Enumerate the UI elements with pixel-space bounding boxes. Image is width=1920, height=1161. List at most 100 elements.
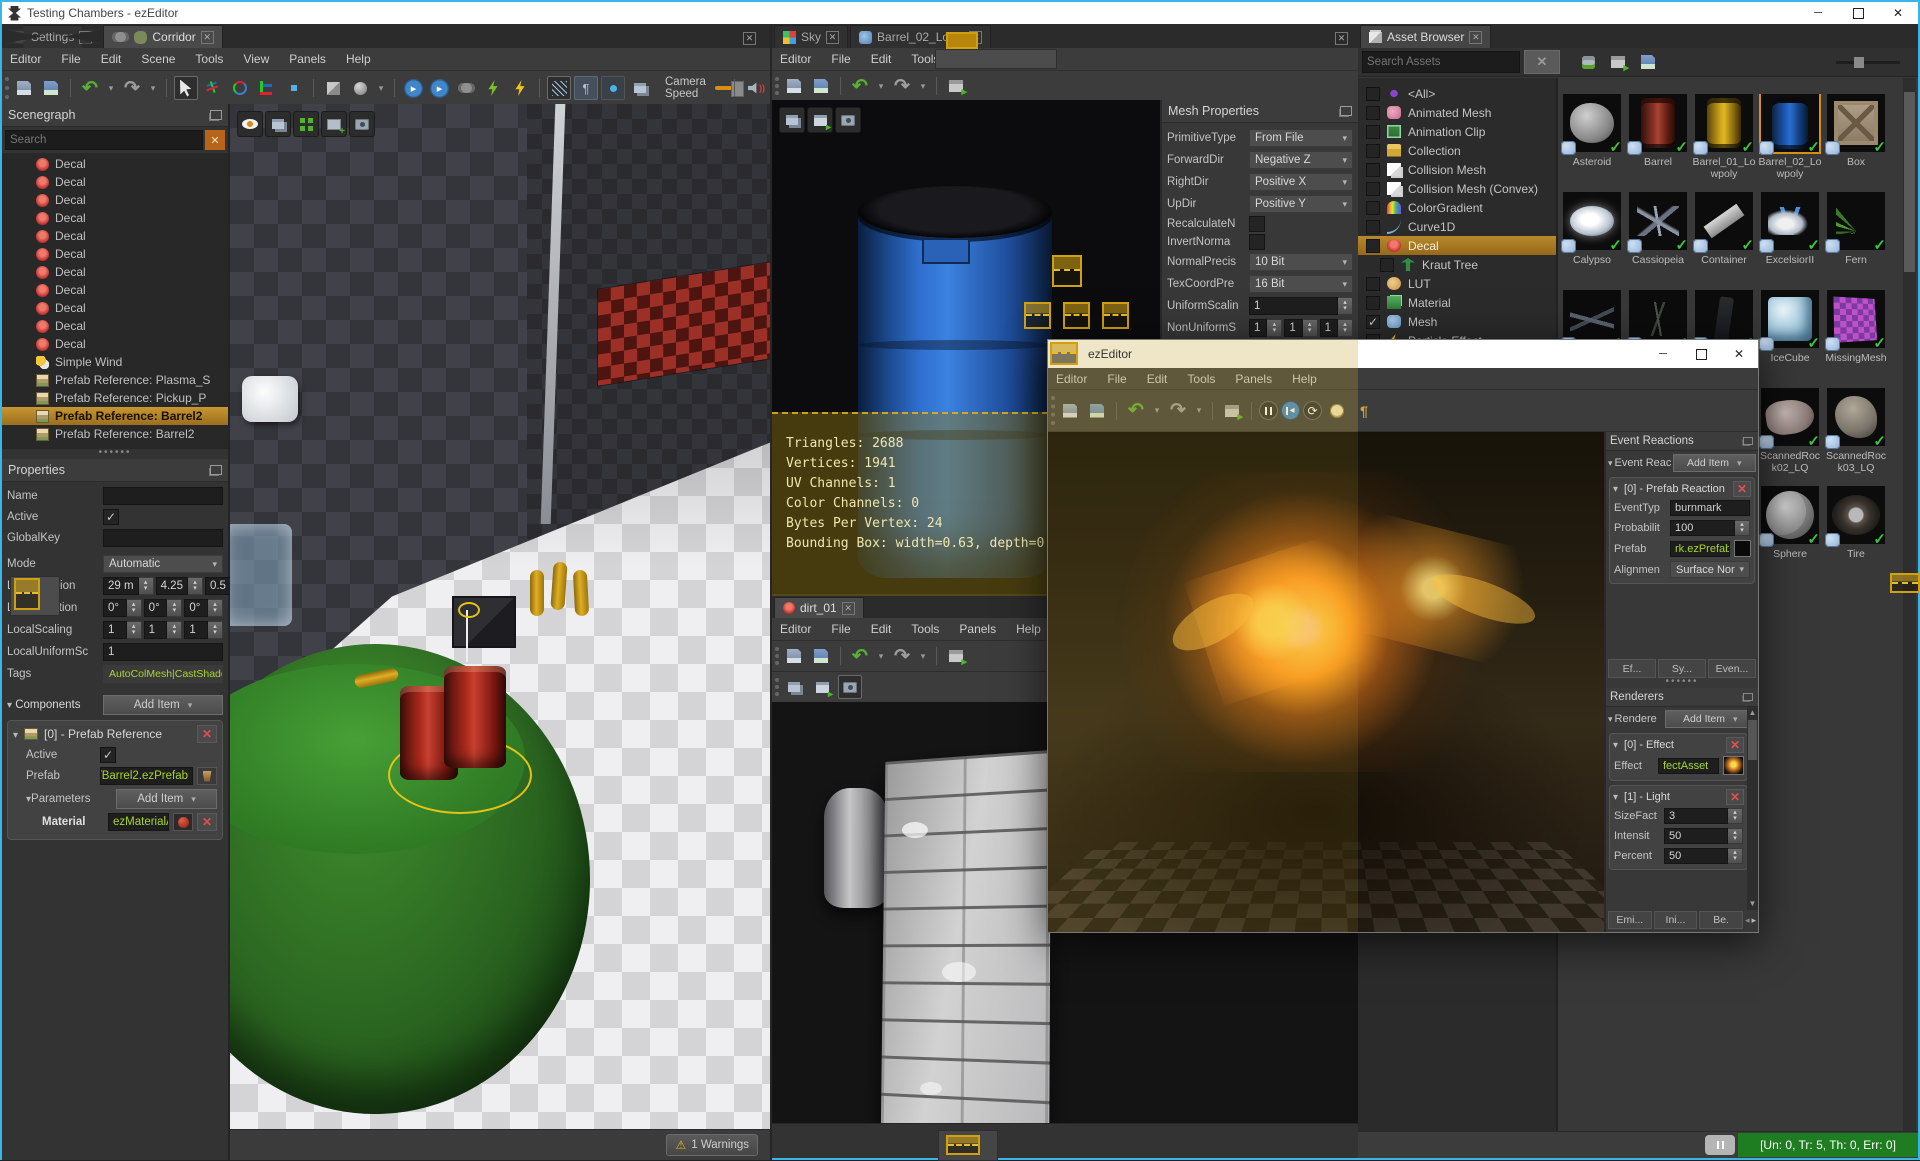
asset-type-item[interactable]: Decal (1358, 236, 1556, 255)
asset-type-item[interactable]: Curve1D (1358, 217, 1556, 236)
asset-thumbnail[interactable]: Sphere (1758, 486, 1822, 584)
menu-item[interactable]: Help (346, 52, 371, 66)
type-filter-checkbox[interactable] (1366, 200, 1380, 215)
gizmo-handle[interactable] (458, 602, 480, 618)
package-icon[interactable] (944, 74, 968, 98)
float-panel-icon[interactable] (210, 465, 222, 475)
scenegraph-search-input[interactable] (5, 130, 203, 150)
caret-icon[interactable] (875, 74, 887, 98)
texcoord-precision-dropdown[interactable]: 16 Bit (1249, 275, 1353, 293)
menu-item[interactable]: File (831, 52, 850, 66)
menu-item[interactable]: Tools (1187, 372, 1215, 386)
tab-close-icon[interactable] (79, 30, 93, 44)
type-filter-checkbox[interactable] (1366, 162, 1380, 177)
asset-type-item[interactable]: <All> (1358, 84, 1556, 103)
splitter[interactable]: •••••• (2, 448, 228, 459)
menu-item[interactable]: Editor (780, 622, 811, 636)
menu-item[interactable]: Help (1016, 622, 1041, 636)
caret-icon[interactable] (875, 644, 887, 668)
tab-scroll-left-icon[interactable]: ◂ (1745, 915, 1750, 926)
nu-x[interactable]: 1 (1249, 319, 1283, 337)
normal-precision-dropdown[interactable]: 10 Bit (1249, 253, 1353, 271)
float-panel-icon[interactable] (210, 110, 222, 120)
tab-scroll-right-icon[interactable]: ▸ (1751, 915, 1756, 926)
menu-item[interactable]: Edit (871, 622, 892, 636)
play2-icon[interactable] (430, 78, 449, 98)
menu-item[interactable]: Editor (1056, 372, 1087, 386)
asset-search-input[interactable] (1362, 51, 1520, 73)
caret-icon[interactable] (147, 76, 159, 100)
minimize-button[interactable]: ─ (1644, 348, 1682, 360)
menu-item[interactable]: Edit (871, 52, 892, 66)
active-checkbox[interactable] (103, 509, 119, 525)
tab-close-icon[interactable] (1469, 30, 1483, 44)
pause-processing-button[interactable] (1705, 1135, 1735, 1155)
type-filter-checkbox[interactable] (1366, 314, 1380, 329)
window-export-icon[interactable] (810, 675, 834, 700)
toolbar-icon[interactable] (166, 79, 167, 97)
scenegraph-item[interactable]: Decal (2, 173, 228, 191)
caret-icon[interactable] (1151, 399, 1163, 423)
effect-asset-input[interactable]: fectAsset (1658, 757, 1719, 774)
eye-icon[interactable] (238, 112, 262, 136)
menu-item[interactable]: Editor (10, 52, 41, 66)
type-filter-checkbox[interactable] (1366, 105, 1380, 120)
menu-item[interactable]: Editor (780, 52, 811, 66)
caret-icon[interactable] (917, 74, 929, 98)
maximize-button[interactable] (1682, 348, 1720, 360)
record-icon[interactable] (350, 112, 374, 136)
asset-thumbnail[interactable]: Fern (1824, 192, 1888, 290)
lightning-yellow-icon[interactable] (508, 76, 532, 100)
asset-thumbnail[interactable]: Calypso (1560, 192, 1624, 290)
maximize-button[interactable] (1838, 7, 1878, 19)
gizmo-rotate-icon[interactable] (228, 76, 252, 100)
layers-icon[interactable] (782, 675, 806, 699)
cube-icon[interactable] (321, 76, 345, 100)
document-tab[interactable]: dirt_01 (774, 597, 864, 618)
effect-thumb-button[interactable] (1723, 756, 1744, 775)
caret-icon[interactable] (375, 76, 387, 100)
toolbar-icon[interactable] (1116, 401, 1117, 420)
caret-icon[interactable] (105, 76, 117, 100)
toolbar-icon[interactable] (313, 79, 314, 97)
asset-thumbnail[interactable]: Barrel_01_Lowpoly (1692, 94, 1756, 192)
asset-thumbnail[interactable]: Barrel (1626, 94, 1690, 192)
scenegraph-item[interactable]: Decal (2, 299, 228, 317)
redo-icon[interactable] (1166, 399, 1190, 423)
remove-material-icon[interactable] (197, 813, 217, 831)
asset-thumbnail[interactable]: ScannedRock02_LQ (1758, 388, 1822, 486)
uniform-scaling-spinner[interactable]: 1 (1249, 297, 1353, 315)
asset-thumbnail[interactable]: ScannedRock03_LQ (1824, 388, 1888, 486)
alignment-dropdown[interactable]: Surface Nor (1670, 561, 1750, 578)
remove-reaction-icon[interactable] (1733, 481, 1751, 497)
expand-icon[interactable] (294, 112, 318, 136)
sphere-icon[interactable] (348, 76, 372, 100)
asset-type-item[interactable]: Kraut Tree (1358, 255, 1556, 274)
uniform-scaling-input[interactable]: 1 (103, 643, 223, 661)
material-asset-input[interactable]: ezMaterialAsset (108, 813, 169, 831)
menu-item[interactable]: Scene (141, 52, 175, 66)
asset-type-item[interactable]: Animation Clip (1358, 122, 1556, 141)
dock-tab[interactable]: Ef... (1608, 659, 1656, 678)
dock-tab[interactable]: Ini... (1653, 911, 1698, 929)
layers-icon[interactable] (780, 108, 804, 132)
snap-dot-icon[interactable] (282, 76, 306, 100)
asset-type-item[interactable]: Collection (1358, 141, 1556, 160)
close-button[interactable]: ✕ (1720, 347, 1758, 361)
pilcrow-toggle-icon[interactable] (574, 76, 598, 100)
scenegraph-item[interactable]: Decal (2, 155, 228, 173)
gizmo-drag-icon[interactable] (255, 76, 279, 100)
close-button[interactable]: ✕ (1878, 6, 1918, 20)
asset-thumbnail[interactable]: Box (1824, 94, 1888, 192)
rot-x[interactable]: 0° (103, 599, 142, 617)
material-thumb-button[interactable] (173, 813, 193, 831)
db-icon[interactable] (1576, 50, 1600, 74)
name-input[interactable] (103, 487, 223, 505)
record-icon[interactable] (836, 108, 860, 132)
type-filter-checkbox[interactable] (1366, 276, 1380, 291)
asset-type-item[interactable]: Mesh (1358, 312, 1556, 331)
primitive-type-dropdown[interactable]: From File (1249, 129, 1353, 147)
lightning-green-icon[interactable] (481, 76, 505, 100)
scenegraph-item[interactable]: Prefab Reference: Barrel2 (2, 425, 228, 443)
save-icon[interactable] (782, 74, 806, 98)
